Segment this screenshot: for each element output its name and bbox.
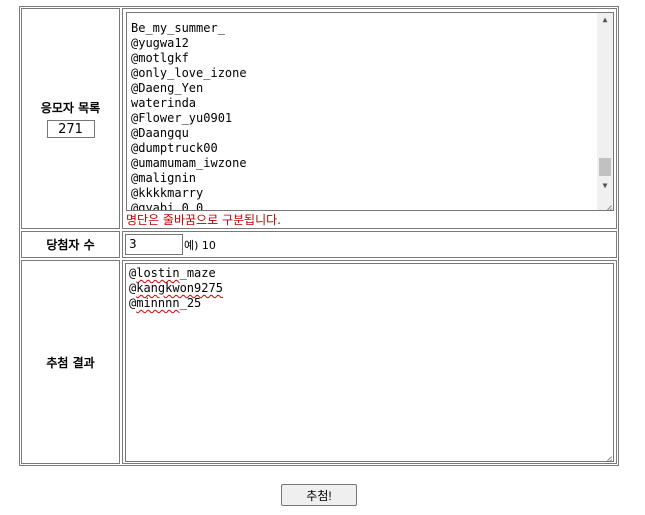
list-item: @yugwa12 [131,36,189,50]
winners-label-cell: 당첨자 수 [21,231,120,258]
list-item: @only_love_izone [131,66,247,80]
winner-count-input[interactable]: 3 [125,234,183,255]
result-item-suffix: _maze [179,266,216,280]
result-item-word: lostin [136,266,180,280]
list-item: @motlgkf [131,51,189,65]
entrants-hint: 명단은 줄바꿈으로 구분됩니다. [126,213,281,227]
entrants-label-cell: 응모자 목록 271 [21,8,120,229]
scroll-thumb[interactable] [599,158,611,176]
scroll-up-icon[interactable]: ▲ [597,13,613,27]
list-item: @gyabi_0_0 [131,201,204,211]
list-item: @Flower_yu0901 [131,111,233,125]
resize-grip-icon[interactable] [602,450,612,460]
result-item: @minnnn_25 [129,296,223,311]
result-item: @kangkwon9275 [129,281,223,296]
result-item-word: kangkwon9275 [136,281,223,295]
list-item: Be_my_summer_ [131,21,225,35]
result-item-word: minnnn [136,296,180,310]
list-item: @kkkkmarry [131,186,204,200]
winners-label: 당첨자 수 [46,238,95,252]
result-lines: @lostin_maze @kangkwon9275 @minnnn_25 [129,266,223,311]
result-label: 추첨 결과 [46,355,95,370]
entrants-scrollbar[interactable]: ▲ ▼ [597,13,613,210]
entrants-label: 응모자 목록 [40,101,101,115]
winner-count-example: 예) 10 [184,239,216,252]
list-item: @Daeng_Yen [131,81,204,95]
list-item-partial [131,13,247,21]
entrant-count-field[interactable]: 271 [46,120,95,138]
result-textarea[interactable]: @lostin_maze @kangkwon9275 @minnnn_25 [125,263,614,462]
list-item: @malignin [131,171,197,185]
list-item: @umamumam_iwzone [131,156,247,170]
scroll-down-icon[interactable]: ▼ [597,179,613,193]
entrants-textarea[interactable]: Be_my_summer_ @yugwa12 @motlgkf @only_love_… [126,12,614,211]
result-label-cell: 추첨 결과 [21,260,120,464]
list-item: @dumptruck00 [131,141,218,155]
resize-grip-icon[interactable] [602,199,612,209]
draw-button[interactable]: 추첨! [281,484,357,506]
result-item: @lostin_maze [129,266,223,281]
list-item: waterinda [131,96,197,110]
entrants-lines: Be_my_summer_ @yugwa12 @motlgkf @only_love_… [131,13,247,211]
list-item: @Daangqu [131,126,189,140]
result-item-suffix: _25 [179,296,202,310]
